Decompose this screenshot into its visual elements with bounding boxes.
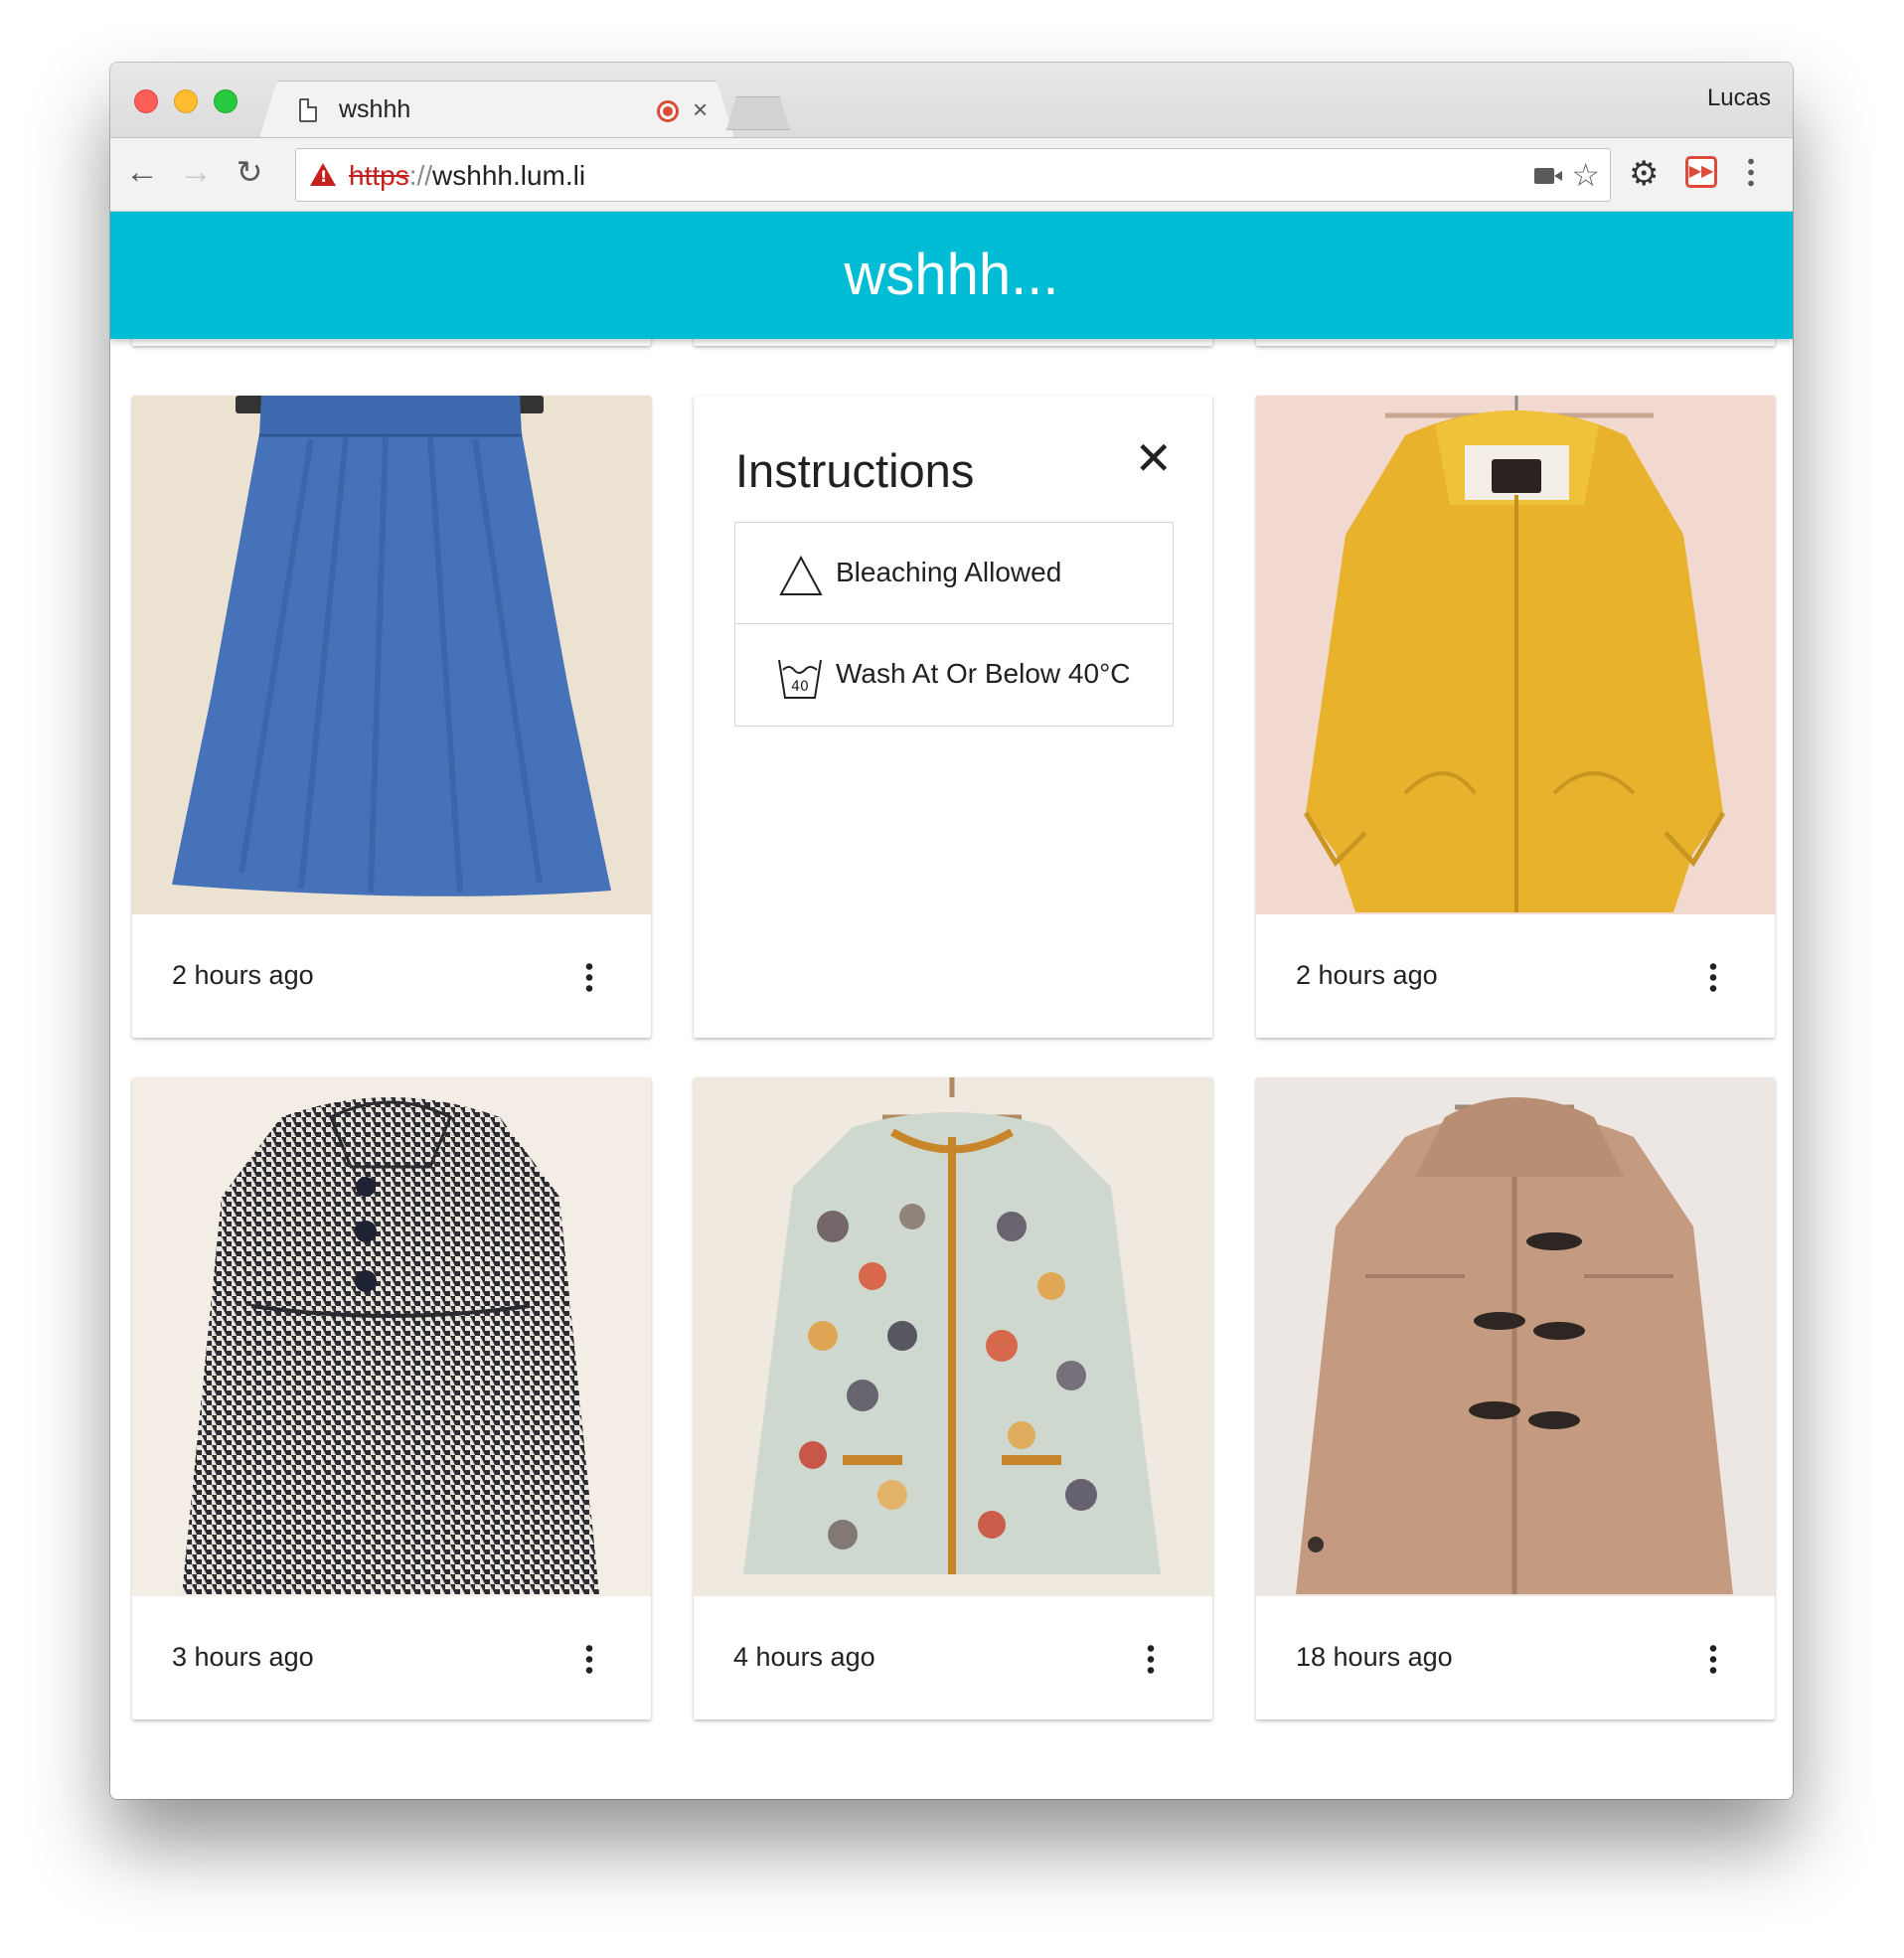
back-arrow-icon[interactable]: ← bbox=[122, 152, 162, 192]
reload-icon[interactable]: ↻ bbox=[230, 152, 269, 192]
clothing-photo-yellow-jacket[interactable] bbox=[1256, 396, 1775, 914]
forward-arrow-icon[interactable]: → bbox=[176, 152, 216, 192]
clothing-card[interactable]: 18 hours ago bbox=[1256, 1077, 1775, 1719]
more-vert-icon[interactable] bbox=[585, 961, 593, 993]
card-footer: 3 hours ago bbox=[132, 1596, 651, 1719]
instruction-item[interactable]: Bleaching Allowed bbox=[735, 523, 1173, 624]
clothing-photo-patterned-jacket[interactable] bbox=[694, 1077, 1212, 1596]
page-content: wshhh... 2 hours ago Instructions ✕ Blea… bbox=[110, 212, 1793, 1799]
clothing-photo-camel-duffle-coat[interactable] bbox=[1256, 1077, 1775, 1596]
more-vert-icon[interactable] bbox=[1709, 961, 1717, 993]
minimize-window-button[interactable] bbox=[174, 89, 198, 113]
address-bar[interactable]: https://wshhh.lum.li ☆ bbox=[295, 148, 1611, 202]
more-vert-icon[interactable] bbox=[585, 1643, 593, 1675]
instructions-card: Instructions ✕ Bleaching Allowed 40 Wash… bbox=[694, 396, 1212, 1038]
card-timestamp: 4 hours ago bbox=[733, 1642, 875, 1672]
close-window-button[interactable] bbox=[134, 89, 158, 113]
clothing-card[interactable]: 4 hours ago bbox=[694, 1077, 1212, 1719]
card-timestamp: 18 hours ago bbox=[1296, 1642, 1453, 1672]
close-icon[interactable]: ✕ bbox=[1134, 435, 1173, 481]
card-footer: 4 hours ago bbox=[694, 1596, 1212, 1719]
clothing-card[interactable]: 2 hours ago bbox=[1256, 396, 1775, 1038]
card-timestamp: 2 hours ago bbox=[1296, 960, 1438, 990]
new-tab-button[interactable] bbox=[726, 96, 790, 130]
instructions-list: Bleaching Allowed 40 Wash At Or Below 40… bbox=[734, 522, 1174, 727]
tab-close-icon[interactable]: × bbox=[693, 94, 708, 124]
card-timestamp: 3 hours ago bbox=[172, 1642, 314, 1672]
clothing-photo-houndstooth-coat[interactable] bbox=[132, 1077, 651, 1596]
clothing-card[interactable]: 2 hours ago bbox=[132, 396, 651, 1038]
bleaching-allowed-icon bbox=[779, 555, 823, 595]
card-footer: 2 hours ago bbox=[132, 914, 651, 1038]
camera-icon[interactable] bbox=[1534, 168, 1562, 184]
more-vert-icon[interactable] bbox=[1709, 1643, 1717, 1675]
gear-icon[interactable]: ⚙ bbox=[1629, 150, 1659, 198]
instruction-label: Wash At Or Below 40°C bbox=[836, 658, 1131, 689]
card-footer: 18 hours ago bbox=[1256, 1596, 1775, 1719]
url-separator: :// bbox=[408, 160, 433, 191]
svg-text:40: 40 bbox=[791, 679, 809, 695]
extension-icon[interactable]: ▶▶ bbox=[1685, 156, 1717, 188]
instruction-item[interactable]: 40 Wash At Or Below 40°C bbox=[735, 624, 1173, 726]
app-bar: wshhh... bbox=[110, 212, 1793, 339]
clothing-card[interactable]: 3 hours ago bbox=[132, 1077, 651, 1719]
instruction-label: Bleaching Allowed bbox=[836, 557, 1062, 587]
card-timestamp: 2 hours ago bbox=[172, 960, 314, 990]
url-scheme: https bbox=[349, 160, 409, 191]
card-footer: 2 hours ago bbox=[1256, 914, 1775, 1038]
bookmark-star-icon[interactable]: ☆ bbox=[1571, 155, 1600, 195]
zoom-window-button[interactable] bbox=[214, 89, 238, 113]
url-text[interactable]: https://wshhh.lum.li bbox=[349, 160, 585, 192]
more-vert-icon[interactable] bbox=[1147, 1643, 1155, 1675]
url-host: wshhh.lum.li bbox=[432, 160, 586, 191]
page-document-icon bbox=[299, 98, 317, 122]
app-title: wshhh... bbox=[844, 243, 1059, 307]
instructions-title: Instructions bbox=[735, 444, 975, 497]
profile-name[interactable]: Lucas bbox=[1707, 84, 1771, 112]
wash-40-icon: 40 bbox=[778, 659, 822, 699]
browser-toolbar: ← → ↻ https://wshhh.lum.li ☆ ⚙ ▶▶ bbox=[110, 137, 1793, 212]
recording-icon bbox=[657, 100, 679, 122]
clothing-photo-blue-skirt[interactable] bbox=[132, 396, 651, 914]
browser-tab-content: wshhh × bbox=[259, 81, 734, 138]
tab-title: wshhh bbox=[339, 95, 411, 123]
browser-titlebar: wshhh × Lucas bbox=[110, 63, 1793, 137]
browser-window: wshhh × Lucas ← → ↻ https://wshhh.lum.li… bbox=[110, 63, 1793, 1799]
insecure-warning-icon[interactable] bbox=[310, 163, 336, 186]
browser-menu-icon[interactable] bbox=[1748, 156, 1754, 188]
